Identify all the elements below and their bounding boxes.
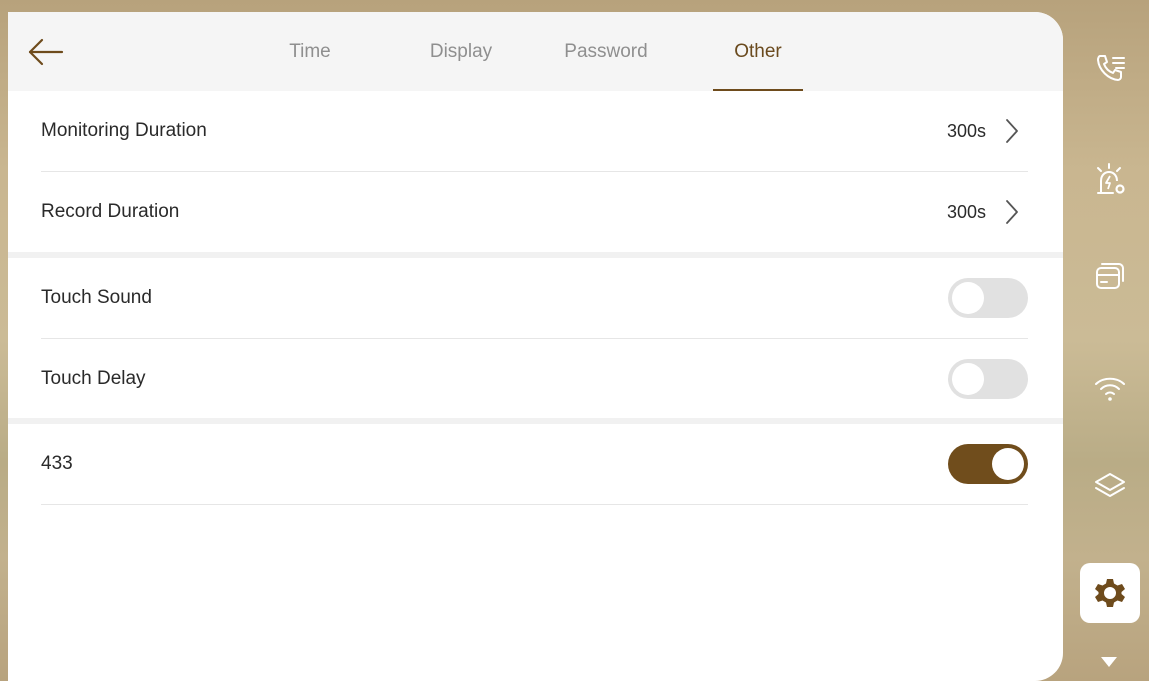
record-duration-value: 300s xyxy=(946,202,986,222)
settings-gear-icon xyxy=(1095,579,1125,607)
tab-other[interactable]: Other xyxy=(713,12,803,91)
touch-sound-label: Touch Sound xyxy=(41,287,152,308)
toggle-knob xyxy=(952,363,984,395)
chevron-right-icon xyxy=(1006,200,1018,224)
tab-time[interactable]: Time xyxy=(270,12,350,91)
sidebar-item-layers[interactable] xyxy=(1080,456,1140,516)
sidebar-item-settings[interactable] xyxy=(1080,563,1140,623)
record-duration-row[interactable]: Record Duration 300s xyxy=(41,172,1028,253)
touch-delay-toggle[interactable] xyxy=(948,359,1028,399)
alarm-settings-icon xyxy=(1097,163,1125,194)
touch-delay-row: Touch Delay xyxy=(41,339,1028,420)
monitoring-duration-label: Monitoring Duration xyxy=(41,120,207,141)
scroll-down-icon[interactable] xyxy=(1100,656,1118,668)
sidebar-item-wifi[interactable] xyxy=(1080,358,1140,418)
toggle-knob xyxy=(952,282,984,314)
card-icon xyxy=(1096,263,1124,289)
rf-433-label: 433 xyxy=(41,453,73,474)
rf-433-row: 433 xyxy=(41,424,1028,505)
touch-sound-row: Touch Sound xyxy=(41,258,1028,339)
sidebar-item-card[interactable] xyxy=(1080,246,1140,306)
toggle-knob xyxy=(992,448,1024,480)
back-arrow-icon xyxy=(28,38,64,66)
call-settings-icon xyxy=(1097,55,1125,81)
tab-display[interactable]: Display xyxy=(411,12,511,91)
tab-other-label: Other xyxy=(734,41,782,62)
tab-password[interactable]: Password xyxy=(551,12,661,91)
touch-sound-toggle[interactable] xyxy=(948,278,1028,318)
chevron-right-icon xyxy=(1006,119,1018,143)
monitoring-duration-row[interactable]: Monitoring Duration 300s xyxy=(41,91,1028,172)
settings-panel: Time Display Password Other Monitoring D… xyxy=(8,12,1063,681)
rf-433-toggle[interactable] xyxy=(948,444,1028,484)
wifi-icon xyxy=(1095,377,1125,401)
tab-bar: Time Display Password Other xyxy=(8,12,1063,91)
sidebar-item-call-settings[interactable] xyxy=(1080,38,1140,98)
sidebar-item-alarm-settings[interactable] xyxy=(1080,150,1140,210)
monitoring-duration-value: 300s xyxy=(946,121,986,141)
touch-delay-label: Touch Delay xyxy=(41,368,146,389)
back-button[interactable] xyxy=(22,32,68,72)
layers-icon xyxy=(1095,473,1125,497)
record-duration-label: Record Duration xyxy=(41,201,180,222)
